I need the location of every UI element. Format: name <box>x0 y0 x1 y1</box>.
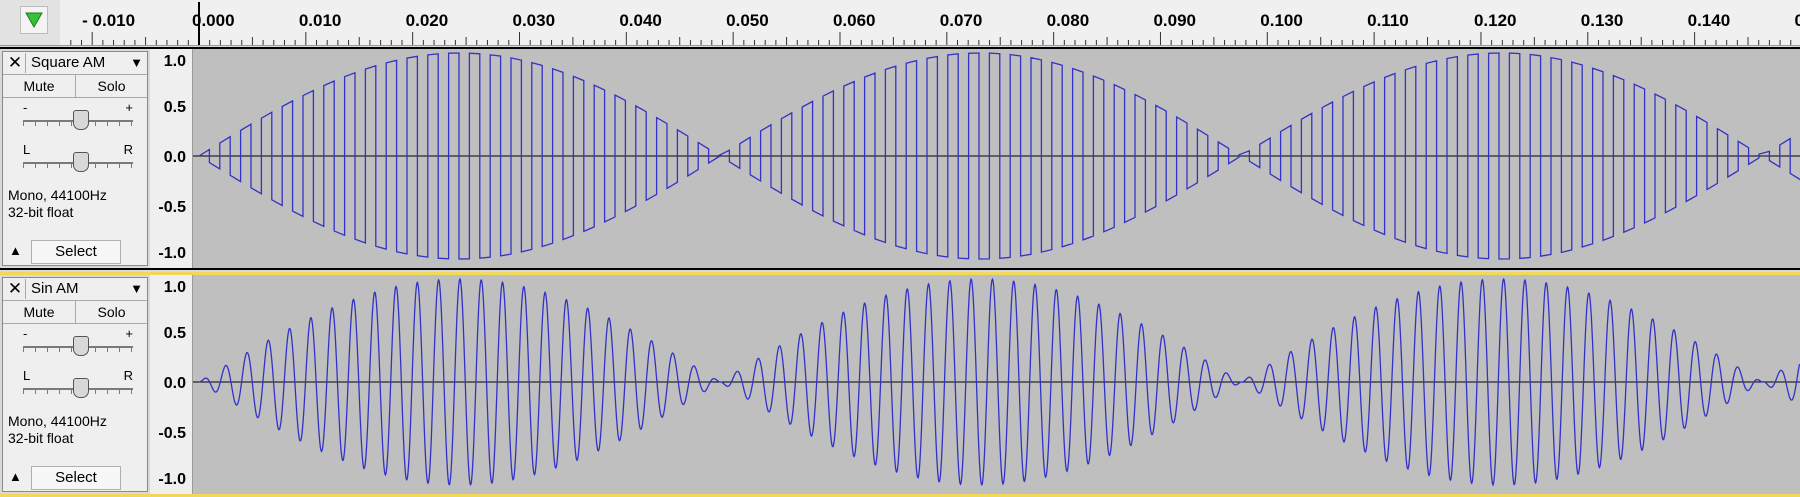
waveform-area[interactable] <box>193 275 1800 494</box>
dropdown-arrow-icon[interactable]: ▼ <box>130 55 143 71</box>
ruler-tick-label: 0.100 <box>1260 11 1303 30</box>
collapse-arrow-icon[interactable]: ▲ <box>9 243 22 258</box>
gain-plus-label: + <box>125 326 133 341</box>
timeline-ruler[interactable]: - 0.010 0.000 0.010 0.020 0.030 0.040 0.050 0.0… <box>0 0 1800 46</box>
ruler-tick-label: 0.140 <box>1688 11 1731 30</box>
track-format: Mono, 44100Hz <box>8 187 107 203</box>
track-name-menu[interactable]: Sin AM <box>31 280 79 298</box>
amplitude-tick: 0.5 <box>163 99 186 116</box>
waveform-area[interactable] <box>193 49 1800 268</box>
ruler-tick-label: 0.020 <box>406 11 449 30</box>
track-bit-depth: 32-bit float <box>8 430 74 446</box>
ruler-tick-label: - 0.010 <box>82 11 135 30</box>
dropdown-arrow-icon[interactable]: ▼ <box>130 281 143 297</box>
track-bit-depth: 32-bit float <box>8 204 74 220</box>
amplitude-tick: 0.5 <box>163 325 186 342</box>
track-square-am[interactable]: ✕ Square AM ▼ Mute Solo - + L R Mono, 44… <box>0 47 1800 270</box>
select-button[interactable]: Select <box>31 466 121 490</box>
pan-slider-thumb[interactable] <box>73 378 89 398</box>
amplitude-tick: -0.5 <box>158 425 186 442</box>
gain-slider-thumb[interactable] <box>73 110 89 130</box>
mute-button[interactable]: Mute <box>3 301 76 323</box>
waveform <box>193 52 1800 260</box>
close-icon[interactable]: ✕ <box>5 53 26 73</box>
ruler-ticks: - 0.010 0.000 0.010 0.020 0.030 0.040 0.050 0.0… <box>70 2 1800 45</box>
track-info: Mono, 44100Hz 32-bit float <box>8 413 107 447</box>
ruler-tick-label: 0.1 <box>1794 11 1800 30</box>
pan-right-label: R <box>123 142 133 157</box>
ruler-tick-label: 0.090 <box>1153 11 1196 30</box>
amplitude-tick: 0.0 <box>163 149 186 166</box>
amplitude-tick: -1.0 <box>158 471 186 488</box>
gain-minus-label: - <box>23 326 28 341</box>
amplitude-tick: 0.0 <box>163 375 186 392</box>
track-control-panel: ✕ Square AM ▼ Mute Solo - + L R Mono, 44… <box>2 51 148 266</box>
track-bottom-row: ▲ Select <box>3 238 147 264</box>
track-bottom-row: ▲ Select <box>3 464 147 490</box>
pan-left-label: L <box>23 368 31 383</box>
ruler-tick-label: 0.050 <box>726 11 769 30</box>
mute-solo-row: Mute Solo <box>3 75 147 98</box>
track-control-panel: ✕ Sin AM ▼ Mute Solo - + L R Mono, 44100… <box>2 277 148 492</box>
amplitude-tick: -0.5 <box>158 199 186 216</box>
amplitude-ruler: 1.0 0.5 0.0 -0.5 -1.0 <box>150 49 193 268</box>
amplitude-tick: -1.0 <box>158 245 186 262</box>
pan-slider-thumb[interactable] <box>73 152 89 172</box>
amplitude-tick: 1.0 <box>163 53 186 70</box>
ruler-tick-label: 0.130 <box>1581 11 1624 30</box>
track-sin-am[interactable]: ✕ Sin AM ▼ Mute Solo - + L R Mono, 44100… <box>0 272 1800 497</box>
ruler-tick-label: 0.010 <box>299 11 342 30</box>
ruler-tick-label: 0.030 <box>512 11 555 30</box>
close-icon[interactable]: ✕ <box>5 279 26 299</box>
track-info: Mono, 44100Hz 32-bit float <box>8 187 107 221</box>
ruler-tick-label: 0.120 <box>1474 11 1517 30</box>
ruler-tick-label: 0.040 <box>619 11 662 30</box>
ruler-tick-label: 0.070 <box>940 11 983 30</box>
mute-button[interactable]: Mute <box>3 75 76 97</box>
ruler-tick-label: 0.060 <box>833 11 876 30</box>
amplitude-ruler: 1.0 0.5 0.0 -0.5 -1.0 <box>150 275 193 494</box>
gain-plus-label: + <box>125 100 133 115</box>
collapse-arrow-icon[interactable]: ▲ <box>9 469 22 484</box>
track-name-row: ✕ Square AM ▼ <box>3 52 147 75</box>
pan-right-label: R <box>123 368 133 383</box>
gain-slider[interactable]: - + <box>17 326 137 356</box>
ruler-tick-label: 0.110 <box>1367 11 1409 30</box>
mute-solo-row: Mute Solo <box>3 301 147 324</box>
pan-slider[interactable]: L R <box>17 142 137 172</box>
solo-button[interactable]: Solo <box>76 301 147 323</box>
pan-left-label: L <box>23 142 31 157</box>
ruler-tick-label: 0.080 <box>1047 11 1090 30</box>
gain-slider[interactable]: - + <box>17 100 137 130</box>
track-name-menu[interactable]: Square AM <box>31 54 105 72</box>
amplitude-tick: 1.0 <box>163 279 186 296</box>
track-format: Mono, 44100Hz <box>8 413 107 429</box>
gain-slider-thumb[interactable] <box>73 336 89 356</box>
pan-slider[interactable]: L R <box>17 368 137 398</box>
track-name-row: ✕ Sin AM ▼ <box>3 278 147 301</box>
waveform <box>193 277 1800 487</box>
gain-minus-label: - <box>23 100 28 115</box>
solo-button[interactable]: Solo <box>76 75 147 97</box>
select-button[interactable]: Select <box>31 240 121 264</box>
